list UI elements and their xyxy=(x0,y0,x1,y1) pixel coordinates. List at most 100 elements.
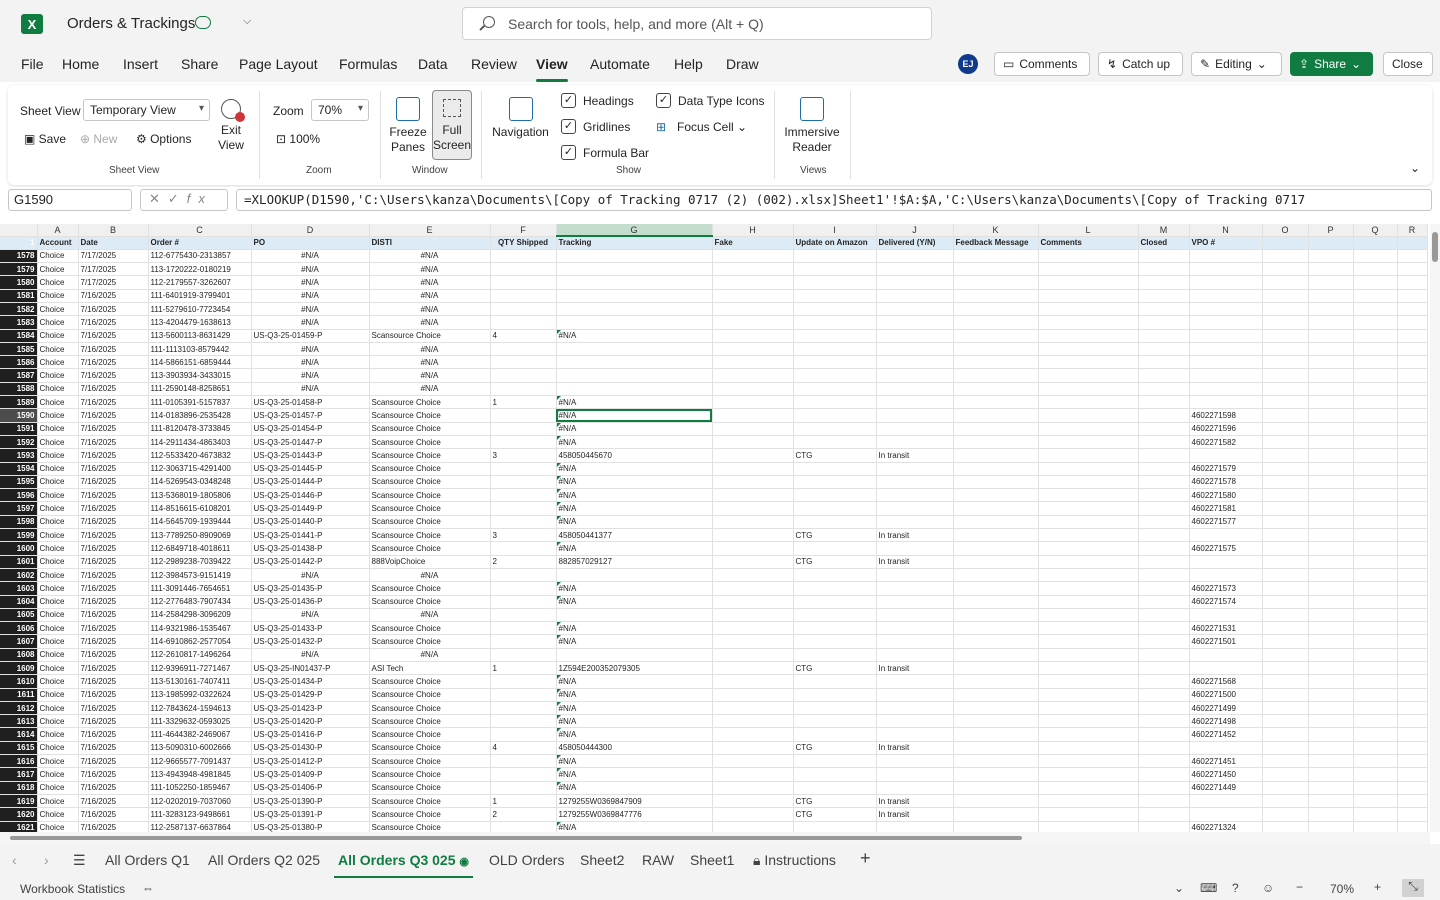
menu-help[interactable]: Help xyxy=(674,56,703,72)
table-cell[interactable] xyxy=(1038,794,1139,809)
table-cell[interactable]: 7/16/2025 xyxy=(78,701,149,716)
table-cell[interactable] xyxy=(712,754,794,769)
table-cell[interactable] xyxy=(712,701,794,716)
table-cell[interactable] xyxy=(953,727,1039,742)
table-cell[interactable] xyxy=(712,448,794,463)
table-cell[interactable] xyxy=(1262,701,1309,716)
table-cell[interactable] xyxy=(1353,528,1398,543)
column-header-o[interactable]: O xyxy=(1262,224,1309,237)
table-cell[interactable] xyxy=(953,674,1039,689)
user-avatar[interactable]: EJ xyxy=(958,54,978,74)
table-cell[interactable] xyxy=(1138,794,1190,809)
table-cell[interactable] xyxy=(1138,315,1190,330)
table-cell[interactable] xyxy=(1308,807,1354,822)
table-cell[interactable]: 113-1985992-0322624 xyxy=(148,688,252,702)
workbook-statistics-button[interactable]: Workbook Statistics xyxy=(20,882,125,896)
column-header-d[interactable]: D xyxy=(251,224,370,237)
table-cell[interactable] xyxy=(490,621,557,636)
table-cell[interactable]: Choice xyxy=(37,475,79,490)
table-cell[interactable] xyxy=(953,315,1039,330)
table-cell[interactable]: 7/16/2025 xyxy=(78,754,149,769)
zoom-in-button[interactable]: + xyxy=(1374,880,1381,894)
table-cell[interactable]: 113-1720222-0180219 xyxy=(148,262,252,277)
table-cell[interactable] xyxy=(1308,541,1354,556)
table-cell[interactable] xyxy=(556,262,713,277)
table-cell[interactable] xyxy=(1308,249,1354,264)
table-cell[interactable] xyxy=(953,355,1039,370)
table-cell[interactable] xyxy=(1138,714,1190,729)
table-cell[interactable] xyxy=(876,249,954,264)
table-cell[interactable] xyxy=(1308,408,1354,423)
table-cell[interactable]: 882857029127 xyxy=(556,555,713,569)
table-cell[interactable]: 112-9665577-7091437 xyxy=(148,754,252,769)
table-cell[interactable] xyxy=(1038,302,1139,317)
comments-button[interactable]: ▭ Comments xyxy=(994,52,1090,76)
table-cell[interactable] xyxy=(1262,608,1309,623)
table-cell[interactable] xyxy=(1038,754,1139,769)
table-cell[interactable] xyxy=(793,249,877,264)
table-cell[interactable] xyxy=(876,342,954,357)
table-cell[interactable]: Scansource Choice xyxy=(369,462,491,476)
table-cell[interactable]: US-Q3-25-01443-P xyxy=(251,448,370,463)
table-cell[interactable]: 3 xyxy=(490,528,557,543)
table-cell[interactable]: 114-2911434-4863403 xyxy=(148,435,252,450)
table-cell[interactable]: #N/A xyxy=(556,475,713,490)
table-cell[interactable] xyxy=(712,249,794,264)
table-cell[interactable] xyxy=(1262,621,1309,636)
table-cell[interactable]: #N/A xyxy=(251,382,370,397)
table-cell[interactable]: Scansource Choice xyxy=(369,515,491,530)
table-cell[interactable] xyxy=(793,767,877,782)
table-cell[interactable]: Choice xyxy=(37,754,79,769)
table-cell[interactable] xyxy=(876,674,954,689)
table-cell[interactable] xyxy=(490,568,557,583)
table-cell[interactable]: US-Q3-25-01438-P xyxy=(251,541,370,556)
table-cell[interactable]: 7/16/2025 xyxy=(78,781,149,795)
table-cell[interactable] xyxy=(490,581,557,596)
table-cell[interactable] xyxy=(1353,501,1398,516)
table-cell[interactable] xyxy=(1038,422,1139,436)
table-cell[interactable] xyxy=(712,595,794,609)
save-view-button[interactable]: ▣ Save xyxy=(24,132,66,146)
table-cell[interactable] xyxy=(1138,475,1190,490)
table-cell[interactable]: 7/17/2025 xyxy=(78,249,149,264)
table-cell[interactable] xyxy=(712,581,794,596)
table-cell[interactable] xyxy=(490,275,557,290)
table-cell[interactable] xyxy=(1308,329,1354,343)
table-cell[interactable] xyxy=(793,435,877,450)
table-cell[interactable]: 114-5866151-6859444 xyxy=(148,355,252,370)
tab-old-orders[interactable]: OLD Orders xyxy=(489,852,564,868)
table-cell[interactable]: #N/A xyxy=(369,302,491,317)
table-cell[interactable]: Choice xyxy=(37,821,79,832)
table-cell[interactable] xyxy=(953,608,1039,623)
table-cell[interactable] xyxy=(1353,674,1398,689)
table-cell[interactable] xyxy=(1138,581,1190,596)
table-cell[interactable] xyxy=(1038,435,1139,450)
table-cell[interactable] xyxy=(876,608,954,623)
search-box[interactable]: Search for tools, help, and more (Alt + … xyxy=(462,7,932,40)
table-cell[interactable] xyxy=(793,302,877,317)
menu-review[interactable]: Review xyxy=(471,56,517,72)
table-cell[interactable] xyxy=(1038,315,1139,330)
table-cell[interactable] xyxy=(712,501,794,516)
all-sheets-icon[interactable]: ☰ xyxy=(73,852,86,869)
row-header[interactable]: 1609 xyxy=(0,661,38,676)
table-cell[interactable] xyxy=(1397,608,1428,623)
column-header-r[interactable]: R xyxy=(1397,224,1428,237)
table-cell[interactable]: US-Q3-25-01412-P xyxy=(251,754,370,769)
table-cell[interactable] xyxy=(876,368,954,383)
table-cell[interactable] xyxy=(793,581,877,596)
table-cell[interactable] xyxy=(712,475,794,490)
table-cell[interactable]: Scansource Choice xyxy=(369,754,491,769)
table-cell[interactable] xyxy=(1038,674,1139,689)
table-cell[interactable] xyxy=(1038,528,1139,543)
table-cell[interactable]: Choice xyxy=(37,781,79,795)
table-cell[interactable] xyxy=(1262,821,1309,832)
table-cell[interactable] xyxy=(1262,368,1309,383)
table-cell[interactable]: 112-3984573-9151419 xyxy=(148,568,252,583)
table-cell[interactable] xyxy=(1397,315,1428,330)
catch-up-button[interactable]: ↯ Catch up xyxy=(1098,52,1183,76)
table-cell[interactable] xyxy=(953,767,1039,782)
table-cell[interactable] xyxy=(490,674,557,689)
table-cell[interactable]: US-Q3-25-01435-P xyxy=(251,581,370,596)
table-cell[interactable]: 111-3091446-7654651 xyxy=(148,581,252,596)
